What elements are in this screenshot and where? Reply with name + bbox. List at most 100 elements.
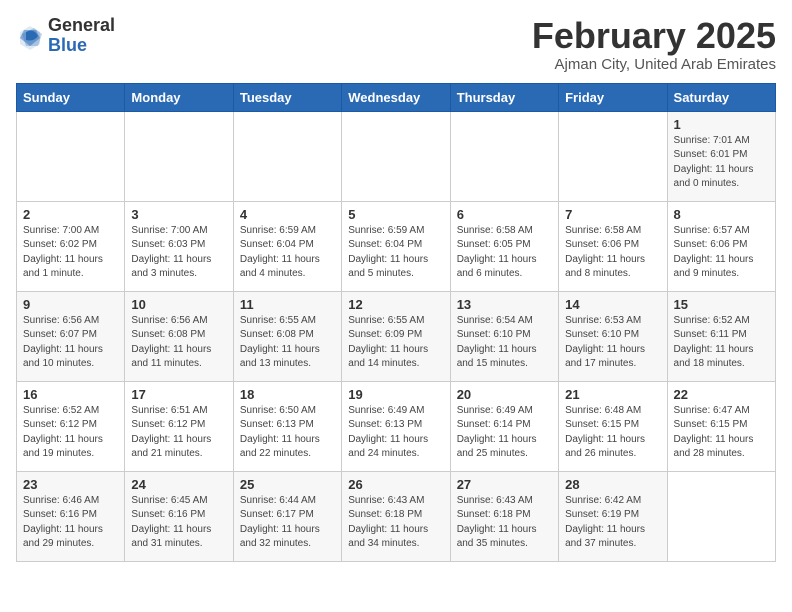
week-row-1: 1 Sunrise: 7:01 AM Sunset: 6:01 PM Daylig…: [17, 111, 776, 201]
day-number: 28: [565, 477, 660, 492]
day-number: 4: [240, 207, 335, 222]
day-number: 22: [674, 387, 769, 402]
day-info: Sunrise: 7:00 AM Sunset: 6:02 PM Dayligh…: [23, 224, 118, 282]
day-info: Sunrise: 6:58 AM Sunset: 6:06 PM Dayligh…: [565, 224, 660, 282]
weekday-header-sunday: Sunday: [17, 83, 125, 111]
day-number: 8: [674, 207, 769, 222]
weekday-header-monday: Monday: [125, 83, 233, 111]
day-number: 20: [457, 387, 552, 402]
weekday-header-saturday: Saturday: [667, 83, 775, 111]
day-cell: 3Sunrise: 7:00 AM Sunset: 6:03 PM Daylig…: [125, 201, 233, 291]
day-number: 5: [348, 207, 443, 222]
day-cell: 4 Sunrise: 6:59 AM Sunset: 6:04 PM Daylig…: [233, 201, 341, 291]
day-cell: 1 Sunrise: 7:01 AM Sunset: 6:01 PM Daylig…: [667, 111, 775, 201]
day-cell: 18 Sunrise: 6:50 AM Sunset: 6:13 PM Dayli…: [233, 381, 341, 471]
calendar-subtitle: Ajman City, United Arab Emirates: [532, 56, 776, 73]
weekday-header-thursday: Thursday: [450, 83, 558, 111]
day-number: 9: [23, 297, 118, 312]
page-header: General Blue February 2025 Ajman City, U…: [16, 16, 776, 73]
logo-icon: [16, 22, 44, 50]
day-cell: 14Sunrise: 6:53 AM Sunset: 6:10 PM Dayli…: [559, 291, 667, 381]
day-info: Sunrise: 7:00 AM Sunset: 6:03 PM Dayligh…: [131, 224, 226, 282]
logo-text: General Blue: [48, 16, 115, 56]
day-info: Sunrise: 6:43 AM Sunset: 6:18 PM Dayligh…: [457, 494, 552, 552]
day-info: Sunrise: 6:45 AM Sunset: 6:16 PM Dayligh…: [131, 494, 226, 552]
day-cell: [125, 111, 233, 201]
day-info: Sunrise: 6:43 AM Sunset: 6:18 PM Dayligh…: [348, 494, 443, 552]
day-number: 1: [674, 117, 769, 132]
day-cell: 17Sunrise: 6:51 AM Sunset: 6:12 PM Dayli…: [125, 381, 233, 471]
day-cell: 21 Sunrise: 6:48 AM Sunset: 6:15 PM Dayli…: [559, 381, 667, 471]
day-number: 27: [457, 477, 552, 492]
day-cell: 9 Sunrise: 6:56 AM Sunset: 6:07 PM Daylig…: [17, 291, 125, 381]
day-info: Sunrise: 6:54 AM Sunset: 6:10 PM Dayligh…: [457, 314, 552, 372]
day-number: 7: [565, 207, 660, 222]
day-cell: 2 Sunrise: 7:00 AM Sunset: 6:02 PM Daylig…: [17, 201, 125, 291]
week-row-3: 9 Sunrise: 6:56 AM Sunset: 6:07 PM Daylig…: [17, 291, 776, 381]
day-number: 25: [240, 477, 335, 492]
day-info: Sunrise: 6:48 AM Sunset: 6:15 PM Dayligh…: [565, 404, 660, 462]
day-cell: 23Sunrise: 6:46 AM Sunset: 6:16 PM Dayli…: [17, 471, 125, 561]
day-info: Sunrise: 6:44 AM Sunset: 6:17 PM Dayligh…: [240, 494, 335, 552]
day-number: 16: [23, 387, 118, 402]
day-info: Sunrise: 6:52 AM Sunset: 6:11 PM Dayligh…: [674, 314, 769, 372]
title-block: February 2025 Ajman City, United Arab Em…: [532, 16, 776, 73]
calendar-table: SundayMondayTuesdayWednesdayThursdayFrid…: [16, 83, 776, 562]
day-number: 23: [23, 477, 118, 492]
day-cell: [450, 111, 558, 201]
day-info: Sunrise: 6:49 AM Sunset: 6:14 PM Dayligh…: [457, 404, 552, 462]
day-number: 18: [240, 387, 335, 402]
day-cell: [667, 471, 775, 561]
day-cell: 12 Sunrise: 6:55 AM Sunset: 6:09 PM Dayli…: [342, 291, 450, 381]
day-number: 11: [240, 297, 335, 312]
day-info: Sunrise: 6:49 AM Sunset: 6:13 PM Dayligh…: [348, 404, 443, 462]
day-info: Sunrise: 6:55 AM Sunset: 6:09 PM Dayligh…: [348, 314, 443, 372]
day-info: Sunrise: 6:59 AM Sunset: 6:04 PM Dayligh…: [348, 224, 443, 282]
day-number: 13: [457, 297, 552, 312]
day-cell: [342, 111, 450, 201]
day-cell: [233, 111, 341, 201]
day-cell: 27 Sunrise: 6:43 AM Sunset: 6:18 PM Dayli…: [450, 471, 558, 561]
weekday-header-wednesday: Wednesday: [342, 83, 450, 111]
day-number: 6: [457, 207, 552, 222]
logo: General Blue: [16, 16, 115, 56]
day-number: 26: [348, 477, 443, 492]
day-number: 21: [565, 387, 660, 402]
weekday-header-row: SundayMondayTuesdayWednesdayThursdayFrid…: [17, 83, 776, 111]
day-cell: [559, 111, 667, 201]
day-number: 10: [131, 297, 226, 312]
logo-blue-text: Blue: [48, 36, 115, 56]
day-cell: 6Sunrise: 6:58 AM Sunset: 6:05 PM Daylig…: [450, 201, 558, 291]
day-number: 15: [674, 297, 769, 312]
day-info: Sunrise: 6:50 AM Sunset: 6:13 PM Dayligh…: [240, 404, 335, 462]
day-cell: 8 Sunrise: 6:57 AM Sunset: 6:06 PM Daylig…: [667, 201, 775, 291]
day-cell: 28Sunrise: 6:42 AM Sunset: 6:19 PM Dayli…: [559, 471, 667, 561]
day-cell: 26 Sunrise: 6:43 AM Sunset: 6:18 PM Dayli…: [342, 471, 450, 561]
day-info: Sunrise: 6:53 AM Sunset: 6:10 PM Dayligh…: [565, 314, 660, 372]
day-info: Sunrise: 6:47 AM Sunset: 6:15 PM Dayligh…: [674, 404, 769, 462]
weekday-header-tuesday: Tuesday: [233, 83, 341, 111]
day-cell: 19Sunrise: 6:49 AM Sunset: 6:13 PM Dayli…: [342, 381, 450, 471]
day-cell: 10 Sunrise: 6:56 AM Sunset: 6:08 PM Dayli…: [125, 291, 233, 381]
day-cell: 24 Sunrise: 6:45 AM Sunset: 6:16 PM Dayli…: [125, 471, 233, 561]
day-cell: 7 Sunrise: 6:58 AM Sunset: 6:06 PM Daylig…: [559, 201, 667, 291]
day-info: Sunrise: 6:56 AM Sunset: 6:08 PM Dayligh…: [131, 314, 226, 372]
day-number: 24: [131, 477, 226, 492]
weekday-header-friday: Friday: [559, 83, 667, 111]
week-row-2: 2 Sunrise: 7:00 AM Sunset: 6:02 PM Daylig…: [17, 201, 776, 291]
calendar-title: February 2025: [532, 16, 776, 56]
day-number: 2: [23, 207, 118, 222]
day-cell: 25 Sunrise: 6:44 AM Sunset: 6:17 PM Dayli…: [233, 471, 341, 561]
day-info: Sunrise: 6:59 AM Sunset: 6:04 PM Dayligh…: [240, 224, 335, 282]
day-info: Sunrise: 6:57 AM Sunset: 6:06 PM Dayligh…: [674, 224, 769, 282]
day-cell: 11Sunrise: 6:55 AM Sunset: 6:08 PM Dayli…: [233, 291, 341, 381]
day-cell: 15 Sunrise: 6:52 AM Sunset: 6:11 PM Dayli…: [667, 291, 775, 381]
day-number: 12: [348, 297, 443, 312]
day-cell: 13 Sunrise: 6:54 AM Sunset: 6:10 PM Dayli…: [450, 291, 558, 381]
day-cell: 22 Sunrise: 6:47 AM Sunset: 6:15 PM Dayli…: [667, 381, 775, 471]
day-info: Sunrise: 6:51 AM Sunset: 6:12 PM Dayligh…: [131, 404, 226, 462]
day-cell: 16Sunrise: 6:52 AM Sunset: 6:12 PM Dayli…: [17, 381, 125, 471]
day-info: Sunrise: 7:01 AM Sunset: 6:01 PM Dayligh…: [674, 134, 769, 192]
day-info: Sunrise: 6:56 AM Sunset: 6:07 PM Dayligh…: [23, 314, 118, 372]
week-row-5: 23Sunrise: 6:46 AM Sunset: 6:16 PM Dayli…: [17, 471, 776, 561]
